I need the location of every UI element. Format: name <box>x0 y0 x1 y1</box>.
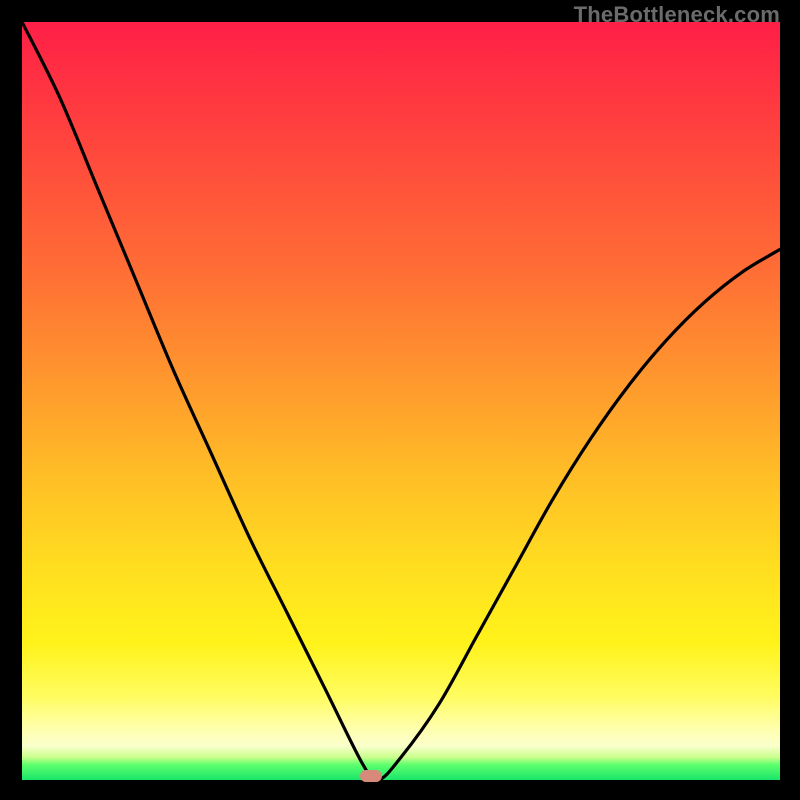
bottleneck-curve <box>22 22 780 780</box>
plot-area <box>22 22 780 780</box>
minimum-marker <box>360 770 382 782</box>
chart-container: TheBottleneck.com <box>0 0 800 800</box>
